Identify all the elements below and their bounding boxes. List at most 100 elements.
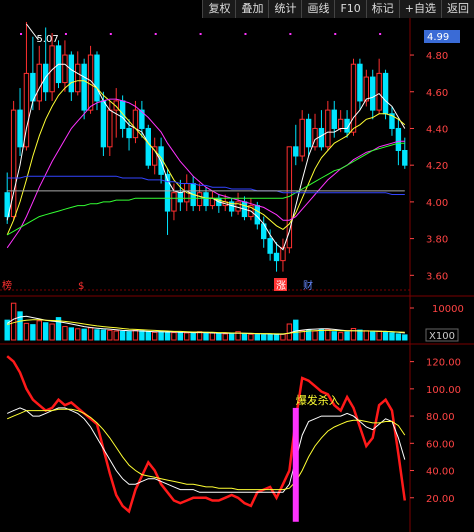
signal-bar bbox=[292, 407, 299, 522]
indicator-line bbox=[6, 355, 407, 514]
volume-bar bbox=[216, 333, 222, 341]
volume-bar bbox=[363, 330, 370, 341]
event-marker: 榜 bbox=[2, 279, 12, 292]
candle-body bbox=[126, 127, 132, 139]
volume-bar bbox=[248, 333, 254, 341]
event-marker: 财 bbox=[303, 279, 313, 292]
top-marker-dot bbox=[64, 33, 67, 35]
volume-bar bbox=[280, 333, 286, 341]
volume-bar bbox=[209, 332, 216, 341]
candle-body bbox=[107, 109, 113, 148]
candle-body bbox=[75, 63, 81, 93]
candle-body bbox=[402, 149, 408, 166]
volume-bar bbox=[325, 329, 331, 341]
volume-bar bbox=[171, 332, 177, 341]
current-price-label: 4.99 bbox=[427, 32, 449, 43]
indicator-tick-label: 20.00 bbox=[426, 494, 455, 505]
volume-bar bbox=[100, 329, 107, 341]
indicator-tick-label: 40.00 bbox=[426, 467, 455, 478]
volume-bar bbox=[190, 332, 196, 341]
candle-body bbox=[376, 72, 382, 111]
candle-body bbox=[17, 109, 23, 148]
volume-bar bbox=[17, 311, 23, 341]
event-marker: $ bbox=[78, 281, 84, 292]
volume-bar bbox=[222, 333, 228, 341]
candle-body bbox=[350, 63, 357, 133]
volume-bar bbox=[203, 331, 209, 341]
candle-body bbox=[62, 54, 68, 84]
candle-body bbox=[68, 54, 75, 93]
signal-label: 爆发杀入 bbox=[296, 393, 340, 407]
volume-bar bbox=[331, 331, 337, 341]
top-marker-dot bbox=[244, 33, 247, 35]
candle-body bbox=[196, 192, 203, 207]
volume-bar bbox=[337, 332, 344, 341]
candle-body bbox=[94, 54, 100, 102]
volume-bar bbox=[312, 330, 318, 341]
volume-bar bbox=[357, 329, 363, 341]
volume-unit-label: X100 bbox=[429, 331, 455, 342]
indicator-tick-label: 120.00 bbox=[426, 358, 461, 369]
candle-body bbox=[177, 192, 184, 203]
price-tick-label: 4.00 bbox=[426, 198, 448, 209]
volume-bar bbox=[261, 334, 267, 341]
top-marker-dot bbox=[334, 33, 337, 35]
volume-bar bbox=[228, 332, 235, 341]
volume-bar bbox=[376, 330, 382, 341]
volume-bar bbox=[267, 334, 273, 341]
volume-bar bbox=[382, 331, 389, 341]
volume-bar bbox=[75, 328, 81, 341]
volume-bar bbox=[370, 331, 376, 341]
candle-body bbox=[119, 100, 126, 129]
indicator-tick-label: 100.00 bbox=[426, 385, 461, 396]
indicator-line bbox=[7, 408, 406, 491]
indicator-line bbox=[6, 407, 406, 493]
volume-bar bbox=[87, 327, 94, 341]
event-marker: 涨 bbox=[276, 280, 286, 292]
price-tick-label: 4.80 bbox=[426, 51, 448, 62]
candle-body bbox=[357, 63, 363, 102]
volume-bar bbox=[113, 330, 119, 341]
top-marker-dot bbox=[109, 33, 112, 35]
volume-bar bbox=[177, 331, 184, 341]
volume-bar bbox=[68, 327, 75, 341]
candle-body bbox=[151, 146, 158, 166]
volume-bar bbox=[402, 334, 408, 341]
price-ma-line bbox=[6, 63, 406, 251]
price-tick-label: 4.60 bbox=[426, 88, 448, 99]
volume-bar bbox=[126, 331, 132, 341]
indicator-tick-label: 80.00 bbox=[426, 412, 455, 423]
volume-bar bbox=[286, 323, 293, 341]
candle-body bbox=[132, 109, 139, 139]
stock-chart[interactable]: 5.07 4.80 4.60 4.40 4.20 4.00 3.80 3.60 4.99 榜 $ 涨 财… bbox=[0, 0, 474, 532]
volume-bar bbox=[164, 331, 171, 341]
candle-body bbox=[273, 252, 280, 262]
volume-bar bbox=[119, 330, 126, 341]
candle-body bbox=[318, 127, 325, 148]
candle-body bbox=[145, 127, 151, 166]
candle-body bbox=[325, 109, 331, 148]
volume-bar bbox=[62, 326, 68, 341]
volume-bar bbox=[395, 333, 402, 341]
candle-body bbox=[331, 109, 337, 129]
volume-bar bbox=[389, 332, 395, 341]
volume-bar bbox=[145, 331, 151, 341]
top-marker-dot bbox=[20, 33, 23, 35]
price-tick-label: 3.80 bbox=[426, 235, 448, 246]
candle-body bbox=[299, 118, 305, 157]
volume-bar bbox=[10, 302, 17, 341]
candle-body bbox=[305, 118, 312, 148]
candle-body bbox=[171, 192, 177, 212]
price-tick-label: 4.40 bbox=[426, 124, 448, 135]
candle-body bbox=[370, 76, 376, 111]
price-tick-label: 4.20 bbox=[426, 161, 448, 172]
volume-bar bbox=[30, 324, 36, 341]
candle-body bbox=[337, 118, 344, 129]
volume-bar bbox=[139, 330, 145, 341]
volume-bar bbox=[36, 320, 42, 341]
volume-tick-label: 10000 bbox=[432, 304, 464, 315]
candle-body bbox=[267, 238, 273, 254]
candle-body bbox=[293, 146, 299, 157]
volume-bar bbox=[23, 322, 30, 341]
top-marker-dot bbox=[199, 33, 202, 35]
